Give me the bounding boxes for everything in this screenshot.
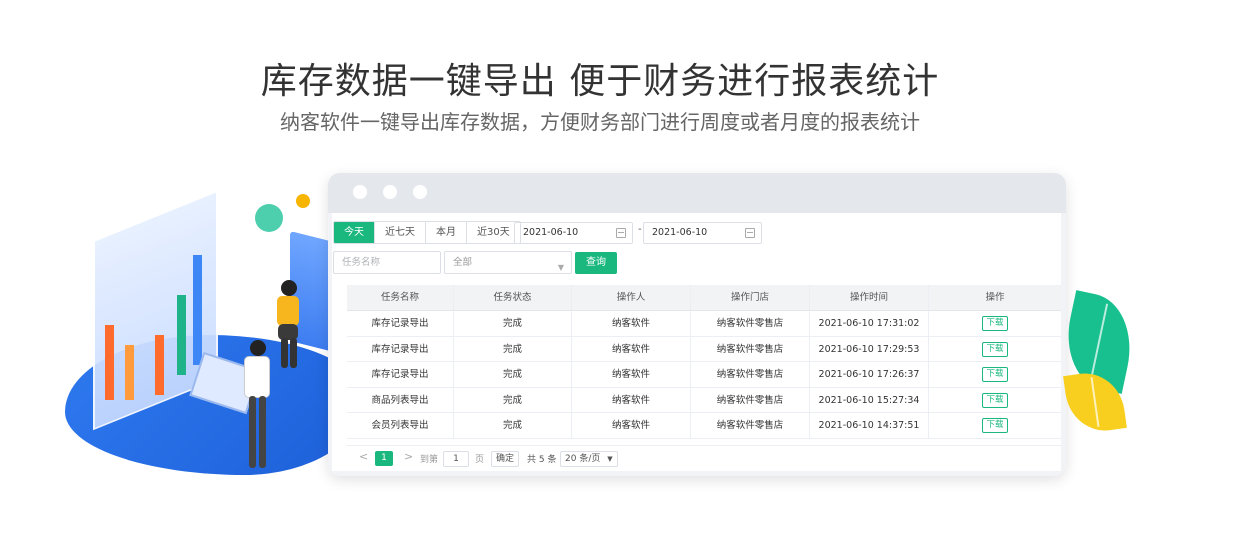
task-status-cell: 完成	[454, 336, 572, 361]
task-name-cell: 会员列表导出	[347, 413, 454, 438]
chevron-down-icon: ▼	[557, 263, 564, 272]
table-row: 库存记录导出 完成 纳客软件 纳客软件零售店 2021-06-10 17:29:…	[347, 336, 1061, 362]
green-circle-decoration	[255, 204, 283, 232]
window-dot-icon	[353, 185, 367, 199]
chart-bar-graphic	[193, 255, 202, 365]
table-row: 库存记录导出 完成 纳客软件 纳客软件零售店 2021-06-10 17:31:…	[347, 311, 1061, 337]
page-size-value: 20 条/页	[565, 454, 601, 464]
store-cell: 纳客软件零售店	[691, 413, 810, 438]
next-page-icon[interactable]: >	[404, 450, 413, 463]
end-date-value: 2021-06-10	[652, 227, 708, 238]
column-header: 操作	[985, 292, 1005, 303]
task-status-cell: 完成	[454, 387, 572, 412]
window-dot-icon	[383, 185, 397, 199]
column-header: 操作人	[572, 285, 691, 310]
task-name-cell: 库存记录导出	[347, 362, 454, 387]
download-button[interactable]: 下载	[982, 341, 1008, 357]
app-window: 今天 近七天 本月 近30天 2021-06-10 - 2021-06-10 任…	[328, 173, 1066, 476]
column-header: 操作门店	[691, 285, 810, 310]
task-status-cell: 完成	[454, 311, 572, 336]
download-button[interactable]: 下载	[982, 316, 1008, 331]
export-task-panel: 今天 近七天 本月 近30天 2021-06-10 - 2021-06-10 任…	[332, 213, 1061, 471]
download-button[interactable]: 下载	[982, 367, 1008, 382]
chart-bar-graphic	[155, 335, 164, 395]
store-cell: 纳客软件零售店	[691, 311, 810, 336]
hero-title: 库存数据一键导出 便于财务进行报表统计	[260, 61, 940, 102]
chart-bar-graphic	[177, 295, 186, 375]
chart-bar-graphic	[125, 345, 134, 400]
action-cell: 下载	[929, 337, 1061, 362]
action-cell: 下载	[929, 413, 1061, 438]
yellow-circle-decoration	[296, 194, 310, 208]
time-cell: 2021-06-10 15:27:34	[810, 387, 929, 412]
page-unit-label: 页	[475, 455, 485, 465]
task-status-select[interactable]: 全部 ▼	[444, 251, 572, 274]
tab-today[interactable]: 今天	[334, 222, 375, 243]
operator-cell: 纳客软件	[572, 336, 691, 361]
hero-subtitle: 纳客软件一键导出库存数据，方便财务部门进行周度或者月度的报表统计	[280, 110, 920, 134]
store-cell: 纳客软件零售店	[691, 387, 810, 412]
goto-label: 到第	[420, 455, 439, 465]
action-cell: 下载	[929, 362, 1061, 387]
task-name-input[interactable]: 任务名称	[333, 251, 441, 274]
query-button[interactable]: 查询	[575, 252, 617, 274]
download-button[interactable]: 下载	[982, 418, 1008, 433]
total-count: 共 5 条	[527, 455, 557, 465]
date-separator: -	[638, 224, 642, 235]
task-name-cell: 商品列表导出	[347, 387, 454, 412]
table-row: 商品列表导出 完成 纳客软件 纳客软件零售店 2021-06-10 15:27:…	[347, 387, 1061, 413]
action-cell: 下载	[929, 388, 1061, 413]
task-status-cell: 完成	[454, 362, 572, 387]
operator-cell: 纳客软件	[572, 362, 691, 387]
column-header: 任务名称	[347, 285, 454, 310]
store-cell: 纳客软件零售店	[691, 336, 810, 361]
export-task-table: 任务名称 任务状态 操作人 操作门店 操作时间 操作 库存记录导出 完成 纳客软…	[347, 285, 1061, 439]
store-cell: 纳客软件零售店	[691, 362, 810, 387]
calendar-icon	[616, 228, 626, 238]
prev-page-icon[interactable]: <	[359, 450, 368, 463]
start-date-value: 2021-06-10	[523, 227, 579, 238]
action-cell: 下载	[929, 311, 1061, 336]
operator-cell: 纳客软件	[572, 387, 691, 412]
tab-this-month[interactable]: 本月	[426, 222, 467, 243]
column-header: 任务状态	[454, 285, 572, 310]
tab-last-30-days[interactable]: 近30天	[467, 222, 520, 243]
operator-cell: 纳客软件	[572, 413, 691, 438]
pagination: < 1 > 到第 1 页 确定 共 5 条 20 条/页 ▼	[347, 445, 1061, 471]
calendar-icon	[745, 228, 755, 238]
column-header: 操作时间	[810, 285, 929, 310]
goto-confirm-button[interactable]: 确定	[491, 451, 520, 467]
chart-bar-graphic	[105, 325, 114, 400]
chevron-down-icon: ▼	[607, 455, 613, 463]
page-size-select[interactable]: 20 条/页 ▼	[560, 451, 618, 467]
goto-page-input[interactable]: 1	[443, 451, 469, 467]
task-name-cell: 库存记录导出	[347, 336, 454, 361]
start-date-field[interactable]: 2021-06-10	[514, 222, 633, 244]
time-cell: 2021-06-10 17:31:02	[810, 311, 929, 336]
operator-cell: 纳客软件	[572, 311, 691, 336]
time-cell: 2021-06-10 14:37:51	[810, 413, 929, 438]
download-button[interactable]: 下载	[982, 392, 1008, 408]
date-range-tabs: 今天 近七天 本月 近30天	[333, 221, 521, 244]
time-cell: 2021-06-10 17:26:37	[810, 362, 929, 387]
time-cell: 2021-06-10 17:29:53	[810, 336, 929, 361]
table-row: 库存记录导出 完成 纳客软件 纳客软件零售店 2021-06-10 17:26:…	[347, 362, 1061, 388]
window-dot-icon	[413, 185, 427, 199]
window-titlebar	[328, 173, 1066, 213]
task-name-cell: 库存记录导出	[347, 311, 454, 336]
end-date-field[interactable]: 2021-06-10	[643, 222, 762, 244]
table-row: 会员列表导出 完成 纳客软件 纳客软件零售店 2021-06-10 14:37:…	[347, 413, 1061, 439]
task-status-cell: 完成	[454, 413, 572, 438]
table-header: 任务名称 任务状态 操作人 操作门店 操作时间 操作	[347, 285, 1061, 311]
current-page-button[interactable]: 1	[375, 451, 393, 466]
tab-last-7-days[interactable]: 近七天	[375, 222, 426, 243]
task-status-value: 全部	[453, 257, 473, 268]
